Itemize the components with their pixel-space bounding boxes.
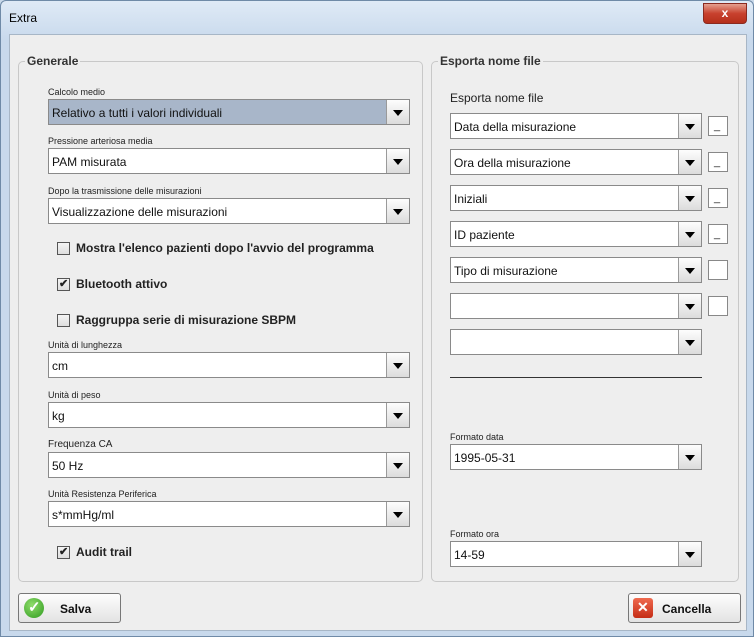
export-field-7-select[interactable]: [450, 329, 702, 355]
export-field-5-value: Tipo di misurazione: [454, 264, 558, 278]
checkmark-icon: ✔: [59, 546, 69, 558]
dialog-window: Extra x Generale Calcolo medio Relativo …: [0, 0, 754, 637]
esporta-heading: Esporta nome file: [450, 91, 544, 105]
unita-peso-label: Unità di peso: [48, 390, 101, 400]
resistenza-label: Unità Resistenza Periferica: [48, 489, 157, 499]
chevron-down-icon[interactable]: [678, 150, 701, 174]
audit-trail-checkbox[interactable]: ✔: [57, 546, 70, 559]
formato-ora-value: 14-59: [454, 548, 485, 562]
export-field-2-value: Ora della misurazione: [454, 156, 571, 170]
formato-ora-label: Formato ora: [450, 529, 500, 539]
pressione-media-label: Pressione arteriosa media: [48, 136, 153, 146]
audit-trail-label[interactable]: Audit trail: [76, 545, 132, 559]
frequenza-label: Frequenza CA: [48, 439, 113, 450]
export-field-3-value: Iniziali: [454, 192, 488, 206]
export-field-1-select[interactable]: Data della misurazione: [450, 113, 702, 139]
chevron-down-icon[interactable]: [386, 403, 409, 427]
chevron-down-icon[interactable]: [678, 330, 701, 354]
checkmark-icon: ✔: [59, 278, 69, 290]
separator-1-value: _: [714, 120, 721, 132]
dopo-trasmissione-label: Dopo la trasmissione delle misurazioni: [48, 186, 202, 196]
separator-2-field[interactable]: _: [708, 152, 728, 172]
bluetooth-checkbox[interactable]: ✔: [57, 278, 70, 291]
chevron-down-icon[interactable]: [386, 149, 409, 173]
calcolo-medio-select[interactable]: Relativo a tutti i valori individuali: [48, 99, 410, 125]
chevron-down-icon[interactable]: [386, 502, 409, 526]
dopo-trasmissione-select[interactable]: Visualizzazione delle misurazioni: [48, 198, 410, 224]
unita-peso-value: kg: [52, 409, 65, 423]
pressione-media-select[interactable]: PAM misurata: [48, 148, 410, 174]
separator-5-field[interactable]: [708, 260, 728, 280]
calcolo-medio-label: Calcolo medio: [48, 87, 106, 97]
save-label: Salva: [60, 602, 92, 616]
export-field-1-value: Data della misurazione: [454, 120, 577, 134]
chevron-down-icon[interactable]: [678, 445, 701, 469]
title-bar[interactable]: Extra x: [1, 1, 753, 34]
cancel-button[interactable]: Cancella: [628, 593, 741, 623]
pressione-media-value: PAM misurata: [52, 155, 127, 169]
separator-6-field[interactable]: [708, 296, 728, 316]
save-button[interactable]: Salva: [18, 593, 121, 623]
unita-lunghezza-value: cm: [52, 359, 68, 373]
chevron-down-icon[interactable]: [386, 353, 409, 377]
generale-legend: Generale: [25, 54, 81, 68]
close-button[interactable]: x: [703, 3, 747, 24]
export-field-4-value: ID paziente: [454, 228, 515, 242]
chevron-down-icon[interactable]: [678, 258, 701, 282]
resistenza-value: s*mmHg/ml: [52, 508, 114, 522]
export-field-3-select[interactable]: Iniziali: [450, 185, 702, 211]
export-field-5-select[interactable]: Tipo di misurazione: [450, 257, 702, 283]
chevron-down-icon[interactable]: [678, 186, 701, 210]
raggruppa-label[interactable]: Raggruppa serie di misurazione SBPM: [76, 313, 296, 327]
frequenza-select[interactable]: 50 Hz: [48, 452, 410, 478]
esporta-group: Esporta nome file Esporta nome file Data…: [431, 54, 739, 582]
checkmark-icon: [24, 598, 44, 618]
separator-1-field[interactable]: _: [708, 116, 728, 136]
cancel-icon: [633, 598, 653, 618]
export-field-6-select[interactable]: [450, 293, 702, 319]
generale-group: Generale Calcolo medio Relativo a tutti …: [18, 54, 423, 582]
unita-peso-select[interactable]: kg: [48, 402, 410, 428]
mostra-elenco-label[interactable]: Mostra l'elenco pazienti dopo l'avvio de…: [76, 241, 374, 255]
chevron-down-icon[interactable]: [678, 114, 701, 138]
chevron-down-icon[interactable]: [678, 542, 701, 566]
chevron-down-icon[interactable]: [386, 100, 409, 124]
resistenza-select[interactable]: s*mmHg/ml: [48, 501, 410, 527]
dopo-trasmissione-value: Visualizzazione delle misurazioni: [52, 205, 228, 219]
window-title: Extra: [9, 11, 38, 25]
mostra-elenco-checkbox[interactable]: [57, 242, 70, 255]
cancel-label: Cancella: [662, 602, 712, 616]
unita-lunghezza-select[interactable]: cm: [48, 352, 410, 378]
raggruppa-checkbox[interactable]: [57, 314, 70, 327]
esporta-legend: Esporta nome file: [438, 54, 543, 68]
calcolo-medio-value: Relativo a tutti i valori individuali: [52, 106, 223, 120]
export-field-2-select[interactable]: Ora della misurazione: [450, 149, 702, 175]
unita-lunghezza-label: Unità di lunghezza: [48, 340, 123, 350]
separator-2-value: _: [714, 156, 721, 168]
formato-data-select[interactable]: 1995-05-31: [450, 444, 702, 470]
separator-4-value: _: [714, 228, 721, 240]
chevron-down-icon[interactable]: [678, 222, 701, 246]
separator-3-field[interactable]: _: [708, 188, 728, 208]
export-field-4-select[interactable]: ID paziente: [450, 221, 702, 247]
bluetooth-label[interactable]: Bluetooth attivo: [76, 277, 167, 291]
chevron-down-icon[interactable]: [386, 199, 409, 223]
formato-data-label: Formato data: [450, 432, 504, 442]
separator-4-field[interactable]: _: [708, 224, 728, 244]
dialog-content: Generale Calcolo medio Relativo a tutti …: [9, 34, 747, 631]
separator-3-value: _: [714, 192, 721, 204]
chevron-down-icon[interactable]: [386, 453, 409, 477]
formato-data-value: 1995-05-31: [454, 451, 516, 465]
frequenza-value: 50 Hz: [52, 459, 84, 473]
chevron-down-icon[interactable]: [678, 294, 701, 318]
formato-ora-select[interactable]: 14-59: [450, 541, 702, 567]
divider: [450, 377, 702, 378]
